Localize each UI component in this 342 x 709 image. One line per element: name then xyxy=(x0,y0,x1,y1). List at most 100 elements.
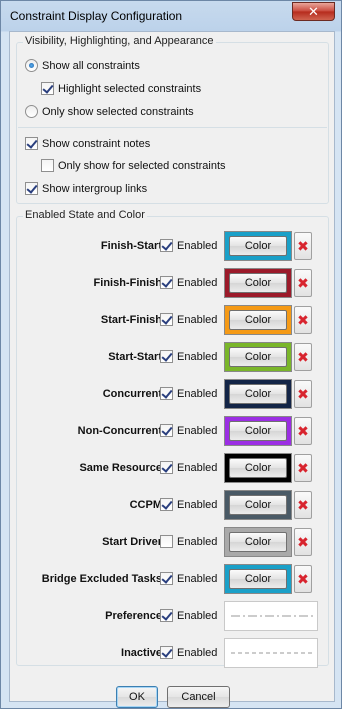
show-all-label: Show all constraints xyxy=(42,59,140,72)
radio-indicator[interactable] xyxy=(25,59,38,72)
checkbox-indicator[interactable] xyxy=(160,387,173,400)
enabled-label: Enabled xyxy=(177,276,218,289)
enabled-label: Enabled xyxy=(177,239,218,252)
checkbox-indicator[interactable] xyxy=(160,572,173,585)
enabled-label: Enabled xyxy=(177,609,218,622)
ok-button[interactable]: OK xyxy=(116,686,158,708)
constraint-type-label: CCPM xyxy=(129,499,162,511)
show-notes-label: Show constraint notes xyxy=(42,137,151,150)
title-bar[interactable]: Constraint Display Configuration ✕ xyxy=(1,1,341,31)
constraint-row: Same Resource Enabled Color ✖ xyxy=(10,453,336,483)
window-title: Constraint Display Configuration xyxy=(10,9,183,23)
color-swatch: Color xyxy=(224,490,292,520)
checkbox-indicator[interactable] xyxy=(160,461,173,474)
delete-color-icon[interactable]: ✖ xyxy=(294,306,312,334)
close-button[interactable]: ✕ xyxy=(292,2,335,21)
checkbox-indicator[interactable] xyxy=(41,82,54,95)
line-style-sample xyxy=(231,615,313,617)
delete-color-icon[interactable]: ✖ xyxy=(294,528,312,556)
constraint-type-label: Bridge Excluded Tasks xyxy=(41,573,162,585)
color-swatch: Color xyxy=(224,305,292,335)
constraint-row: CCPM Enabled Color ✖ xyxy=(10,490,336,520)
constraint-row: Inactive Enabled xyxy=(10,638,336,668)
enabled-checkbox[interactable]: Enabled xyxy=(160,239,217,252)
color-button[interactable]: Color xyxy=(229,532,287,552)
enabled-checkbox[interactable]: Enabled xyxy=(160,461,217,474)
enabled-checkbox[interactable]: Enabled xyxy=(160,535,217,548)
color-swatch: Color xyxy=(224,268,292,298)
color-button[interactable]: Color xyxy=(229,458,287,478)
show-all-radio[interactable]: Show all constraints xyxy=(25,59,140,72)
checkbox-indicator[interactable] xyxy=(41,159,54,172)
enabled-checkbox[interactable]: Enabled xyxy=(160,313,217,326)
constraint-type-label: Start-Finish xyxy=(100,314,162,326)
enabled-checkbox[interactable]: Enabled xyxy=(160,350,217,363)
highlight-selected-checkbox[interactable]: Highlight selected constraints xyxy=(41,82,201,95)
cancel-button[interactable]: Cancel xyxy=(167,686,230,708)
checkbox-indicator[interactable] xyxy=(25,182,38,195)
delete-color-icon[interactable]: ✖ xyxy=(294,491,312,519)
enabled-label: Enabled xyxy=(177,313,218,326)
color-button[interactable]: Color xyxy=(229,495,287,515)
checkbox-indicator[interactable] xyxy=(160,313,173,326)
checkbox-indicator[interactable] xyxy=(160,609,173,622)
checkbox-indicator[interactable] xyxy=(25,137,38,150)
checkbox-indicator[interactable] xyxy=(160,535,173,548)
enabled-state-group: Enabled State and Color Finish-Start Enab… xyxy=(16,209,329,668)
only-selected-radio[interactable]: Only show selected constraints xyxy=(25,105,194,118)
enabled-checkbox[interactable]: Enabled xyxy=(160,276,217,289)
color-swatch: Color xyxy=(224,453,292,483)
notes-only-selected-checkbox[interactable]: Only show for selected constraints xyxy=(41,159,226,172)
enabled-checkbox[interactable]: Enabled xyxy=(160,424,217,437)
delete-color-icon[interactable]: ✖ xyxy=(294,454,312,482)
line-style-preview[interactable] xyxy=(224,638,318,668)
color-button[interactable]: Color xyxy=(229,384,287,404)
color-button[interactable]: Color xyxy=(229,273,287,293)
checkbox-indicator[interactable] xyxy=(160,276,173,289)
delete-color-icon[interactable]: ✖ xyxy=(294,565,312,593)
delete-color-icon[interactable]: ✖ xyxy=(294,232,312,260)
color-swatch: Color xyxy=(224,379,292,409)
checkbox-indicator[interactable] xyxy=(160,350,173,363)
constraint-row: Concurrent Enabled Color ✖ xyxy=(10,379,336,409)
enabled-checkbox[interactable]: Enabled xyxy=(160,498,217,511)
enabled-label: Enabled xyxy=(177,350,218,363)
line-style-sample xyxy=(231,652,313,654)
constraint-row: Finish-Finish Enabled Color ✖ xyxy=(10,268,336,298)
color-button[interactable]: Color xyxy=(229,421,287,441)
radio-indicator[interactable] xyxy=(25,105,38,118)
checkbox-indicator[interactable] xyxy=(160,239,173,252)
dialog-body: Visibility, Highlighting, and Appearance… xyxy=(9,31,335,708)
constraint-type-label: Same Resource xyxy=(79,462,162,474)
color-button[interactable]: Color xyxy=(229,569,287,589)
show-notes-checkbox[interactable]: Show constraint notes xyxy=(25,137,150,150)
color-button[interactable]: Color xyxy=(229,310,287,330)
checkbox-indicator[interactable] xyxy=(160,646,173,659)
color-button[interactable]: Color xyxy=(229,347,287,367)
delete-color-icon[interactable]: ✖ xyxy=(294,269,312,297)
highlight-selected-label: Highlight selected constraints xyxy=(58,82,202,95)
constraint-row: Start Driver Enabled Color ✖ xyxy=(10,527,336,557)
delete-color-icon[interactable]: ✖ xyxy=(294,417,312,445)
color-swatch: Color xyxy=(224,527,292,557)
enabled-checkbox[interactable]: Enabled xyxy=(160,609,217,622)
enabled-checkbox[interactable]: Enabled xyxy=(160,387,217,400)
enabled-checkbox[interactable]: Enabled xyxy=(160,572,217,585)
intergroup-links-checkbox[interactable]: Show intergroup links xyxy=(25,182,147,195)
enabled-label: Enabled xyxy=(177,646,218,659)
dialog-window: Constraint Display Configuration ✕ Visib… xyxy=(0,0,342,709)
delete-color-icon[interactable]: ✖ xyxy=(294,343,312,371)
constraint-type-label: Inactive xyxy=(121,647,162,659)
constraint-type-label: Start Driver xyxy=(102,536,162,548)
enabled-label: Enabled xyxy=(177,498,218,511)
checkbox-indicator[interactable] xyxy=(160,424,173,437)
delete-color-icon[interactable]: ✖ xyxy=(294,380,312,408)
enabled-label: Enabled xyxy=(177,387,218,400)
line-style-preview[interactable] xyxy=(224,601,318,631)
color-button[interactable]: Color xyxy=(229,236,287,256)
only-selected-label: Only show selected constraints xyxy=(42,105,194,118)
checkbox-indicator[interactable] xyxy=(160,498,173,511)
visibility-legend: Visibility, Highlighting, and Appearance xyxy=(23,35,216,47)
enabled-label: Enabled xyxy=(177,461,218,474)
enabled-checkbox[interactable]: Enabled xyxy=(160,646,217,659)
